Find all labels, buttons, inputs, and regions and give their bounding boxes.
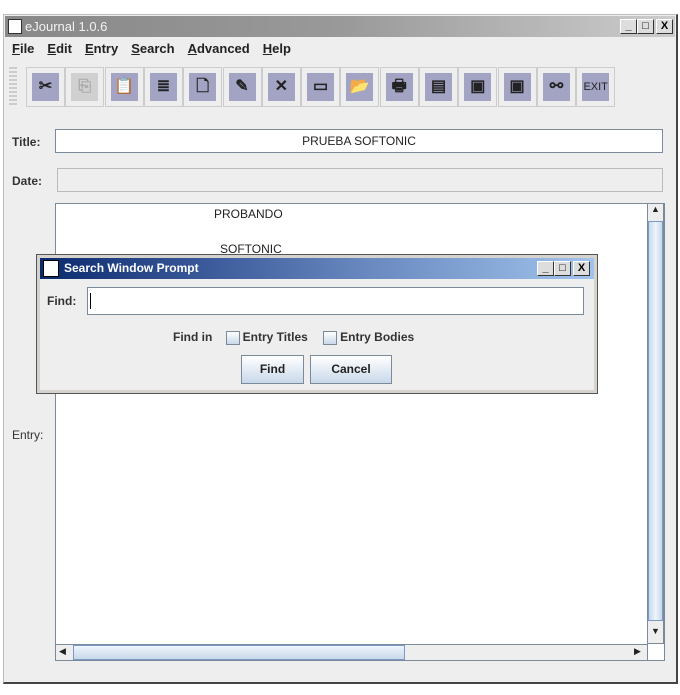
dialog-close-button[interactable]: X (573, 261, 590, 276)
edit-entry-button[interactable]: ✎ (222, 67, 262, 107)
entry-titles-checkbox[interactable]: Entry Titles (225, 330, 308, 345)
entry-line: PROBANDO (214, 207, 283, 221)
dialog-minimize-button[interactable]: _ (537, 261, 554, 276)
save-all-icon: ▣ (503, 73, 531, 101)
date-label: Date: (12, 174, 43, 188)
scroll-right-icon[interactable]: ▶ (634, 646, 641, 657)
search-binoculars-button[interactable]: ⚯ (536, 67, 576, 107)
entry-line: SOFTONIC (220, 242, 282, 256)
edit-entry-icon: ✎ (228, 73, 256, 101)
menu-edit[interactable]: Edit (47, 41, 72, 59)
find-label: Find: (47, 294, 77, 308)
dialog-title: Search Window Prompt (64, 261, 199, 275)
save-button[interactable]: ▣ (458, 67, 498, 107)
menu-advanced[interactable]: Advanced (188, 41, 250, 59)
delete-button[interactable]: ✕ (261, 67, 301, 107)
find-in-label: Find in (173, 330, 213, 344)
new-entry-icon: 🗋 (189, 73, 217, 101)
entry-bodies-checkbox[interactable]: Entry Bodies (323, 330, 414, 345)
cut-icon: ✂ (32, 73, 59, 101)
copy-icon: ⎘ (71, 73, 99, 101)
scroll-down-icon[interactable]: ▼ (648, 626, 663, 643)
find-button[interactable]: Find (241, 355, 304, 384)
toolbar-grip[interactable] (9, 67, 17, 107)
delete-icon: ✕ (267, 73, 295, 101)
menu-file[interactable]: File (12, 41, 34, 59)
export-icon: ▤ (425, 73, 452, 101)
title-field[interactable]: PRUEBA SOFTONIC (55, 129, 663, 153)
search-dialog: Search Window Prompt _ □ X Find: Find in… (36, 254, 598, 394)
date-field[interactable] (57, 168, 663, 192)
paste-button[interactable]: 📋 (104, 67, 144, 107)
exit-button[interactable]: EXIT (576, 67, 616, 107)
save-all-button[interactable]: ▣ (497, 67, 537, 107)
text-format-icon: ≣ (149, 73, 177, 101)
dialog-title-bar: Search Window Prompt (40, 258, 594, 279)
window-title: eJournal 1.0.6 (25, 19, 108, 34)
copy-button[interactable]: ⎘ (65, 67, 105, 107)
text-format-button[interactable]: ≣ (143, 67, 183, 107)
find-in-options: Find in Entry Titles Entry Bodies (173, 330, 414, 345)
exit-icon: EXIT (582, 73, 610, 101)
cancel-button[interactable]: Cancel (310, 355, 392, 384)
paste-icon: 📋 (110, 73, 138, 101)
open-folder-button[interactable]: 📂 (340, 67, 380, 107)
close-button[interactable]: X (656, 19, 673, 34)
search-binoculars-icon: ⚯ (542, 73, 570, 101)
scroll-up-icon[interactable]: ▲ (648, 204, 663, 221)
export-button[interactable]: ▤ (419, 67, 458, 107)
folder-icon: ▭ (307, 73, 335, 101)
find-input[interactable] (87, 287, 584, 315)
vertical-scroll-thumb[interactable] (648, 221, 663, 621)
menu-entry[interactable]: Entry (85, 41, 118, 59)
print-icon: 🖶 (385, 73, 413, 101)
maximize-button[interactable]: □ (637, 19, 654, 34)
entry-label: Entry: (12, 428, 44, 442)
menu-bar: File Edit Entry Search Advanced Help (12, 41, 291, 59)
title-bar: eJournal 1.0.6 (5, 16, 675, 37)
cut-button[interactable]: ✂ (26, 67, 65, 107)
minimize-button[interactable]: _ (620, 19, 637, 34)
text-cursor (90, 293, 91, 309)
vertical-scrollbar[interactable]: ▲ ▼ (647, 203, 664, 644)
horizontal-scroll-thumb[interactable] (73, 645, 405, 660)
dialog-maximize-button[interactable]: □ (554, 261, 571, 276)
scroll-left-icon[interactable]: ◀ (59, 646, 66, 657)
title-label: Title: (12, 135, 41, 149)
open-folder-icon: 📂 (346, 73, 374, 101)
save-icon: ▣ (464, 73, 492, 101)
folder-button[interactable]: ▭ (301, 67, 341, 107)
print-button[interactable]: 🖶 (379, 67, 419, 107)
new-entry-button[interactable]: 🗋 (183, 67, 223, 107)
app-icon (8, 19, 22, 34)
menu-search[interactable]: Search (131, 41, 174, 59)
horizontal-scrollbar[interactable]: ◀ ▶ (55, 644, 648, 661)
dialog-app-icon (43, 260, 59, 277)
menu-help[interactable]: Help (263, 41, 291, 59)
